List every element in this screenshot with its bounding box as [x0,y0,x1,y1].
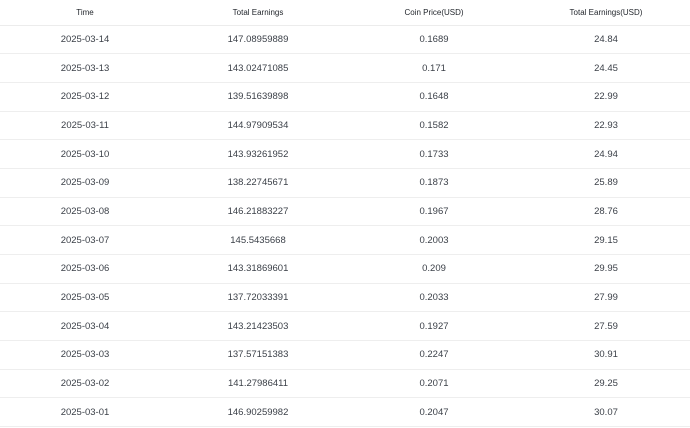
cell-total-earnings-usd: 24.84 [594,33,618,45]
table-row: 2025-03-04 143.21423503 0.1927 27.59 [0,312,690,341]
cell-total-earnings: 145.5435668 [230,234,286,246]
table-row: 2025-03-08 146.21883227 0.1967 28.76 [0,197,690,226]
cell-total-earnings: 143.02471085 [227,62,289,74]
cell-total-earnings-usd: 22.99 [594,91,618,103]
cell-coin-price: 0.2247 [419,349,449,361]
cell-time: 2025-03-04 [60,320,110,332]
table-row: 2025-03-13 143.02471085 0.171 24.45 [0,54,690,83]
cell-coin-price: 0.2033 [419,292,449,304]
cell-total-earnings-usd: 30.07 [594,406,618,418]
cell-total-earnings-usd: 29.25 [594,378,618,390]
cell-total-earnings: 144.97909534 [227,119,289,131]
cell-time: 2025-03-14 [60,33,110,45]
cell-total-earnings: 137.57151383 [227,349,289,361]
cell-total-earnings-usd: 30.91 [594,349,618,361]
cell-total-earnings-usd: 27.99 [594,292,618,304]
cell-time: 2025-03-11 [61,119,109,131]
table-row: 2025-03-10 143.93261952 0.1733 24.94 [0,140,690,169]
table-row: 2025-03-11 144.97909534 0.1582 22.93 [0,111,690,140]
cell-total-earnings-usd: 22.93 [594,119,618,131]
cell-total-earnings: 147.08959889 [227,33,289,45]
table-row: 2025-03-02 141.27986411 0.2071 29.25 [0,369,690,398]
cell-coin-price: 0.2071 [419,378,449,390]
column-header-time: Time [76,7,94,17]
earnings-table: Time Total Earnings Coin Price(USD) Tota… [0,0,690,427]
cell-total-earnings-usd: 28.76 [594,205,618,217]
column-header-coin-price: Coin Price(USD) [404,7,464,17]
cell-coin-price: 0.1582 [419,119,449,131]
cell-coin-price: 0.1733 [419,148,449,160]
cell-time: 2025-03-13 [60,62,110,74]
cell-time: 2025-03-08 [60,205,110,217]
cell-total-earnings: 139.51639898 [227,91,289,103]
cell-coin-price: 0.1648 [419,91,449,103]
table-header-row: Time Total Earnings Coin Price(USD) Tota… [0,0,690,25]
cell-time: 2025-03-01 [60,406,110,418]
cell-total-earnings-usd: 24.45 [594,62,618,74]
cell-coin-price: 0.2047 [419,406,449,418]
table-row: 2025-03-01 146.90259982 0.2047 30.07 [0,398,690,427]
table-body: 2025-03-14 147.08959889 0.1689 24.84 202… [0,25,690,427]
column-header-total-earnings: Total Earnings [232,7,284,17]
table-row: 2025-03-06 143.31869601 0.209 29.95 [0,255,690,284]
cell-coin-price: 0.2003 [419,234,449,246]
cell-time: 2025-03-02 [60,378,110,390]
cell-total-earnings: 138.22745671 [227,177,289,189]
column-header-total-earnings-usd: Total Earnings(USD) [569,7,643,17]
table-row: 2025-03-07 145.5435668 0.2003 29.15 [0,226,690,255]
cell-time: 2025-03-09 [60,177,110,189]
cell-total-earnings: 146.90259982 [227,406,289,418]
table-row: 2025-03-12 139.51639898 0.1648 22.99 [0,82,690,112]
cell-coin-price: 0.171 [422,62,446,74]
cell-total-earnings: 146.21883227 [227,205,289,217]
cell-time: 2025-03-12 [60,91,110,103]
cell-time: 2025-03-10 [60,148,110,160]
cell-time: 2025-03-05 [60,292,110,304]
table-row: 2025-03-14 147.08959889 0.1689 24.84 [0,25,690,54]
cell-total-earnings: 143.21423503 [227,320,289,332]
cell-coin-price: 0.1927 [419,320,449,332]
cell-total-earnings-usd: 29.15 [594,234,618,246]
table-row: 2025-03-09 138.22745671 0.1873 25.89 [0,168,690,198]
cell-total-earnings: 137.72033391 [227,292,289,304]
cell-coin-price: 0.1967 [419,205,449,217]
cell-coin-price: 0.1689 [419,33,449,45]
table-row: 2025-03-03 137.57151383 0.2247 30.91 [0,341,690,370]
cell-total-earnings-usd: 25.89 [594,177,618,189]
cell-total-earnings: 141.27986411 [227,378,289,390]
cell-time: 2025-03-03 [60,349,110,361]
table-header: Time Total Earnings Coin Price(USD) Tota… [0,0,690,25]
cell-time: 2025-03-06 [60,263,110,275]
cell-total-earnings-usd: 27.59 [594,320,618,332]
cell-time: 2025-03-07 [60,234,110,246]
cell-coin-price: 0.1873 [419,177,449,189]
cell-total-earnings: 143.31869601 [227,263,289,275]
cell-total-earnings-usd: 24.94 [594,148,618,160]
cell-total-earnings-usd: 29.95 [594,263,618,275]
cell-total-earnings: 143.93261952 [227,148,289,160]
cell-coin-price: 0.209 [422,263,446,275]
table-row: 2025-03-05 137.72033391 0.2033 27.99 [0,283,690,312]
